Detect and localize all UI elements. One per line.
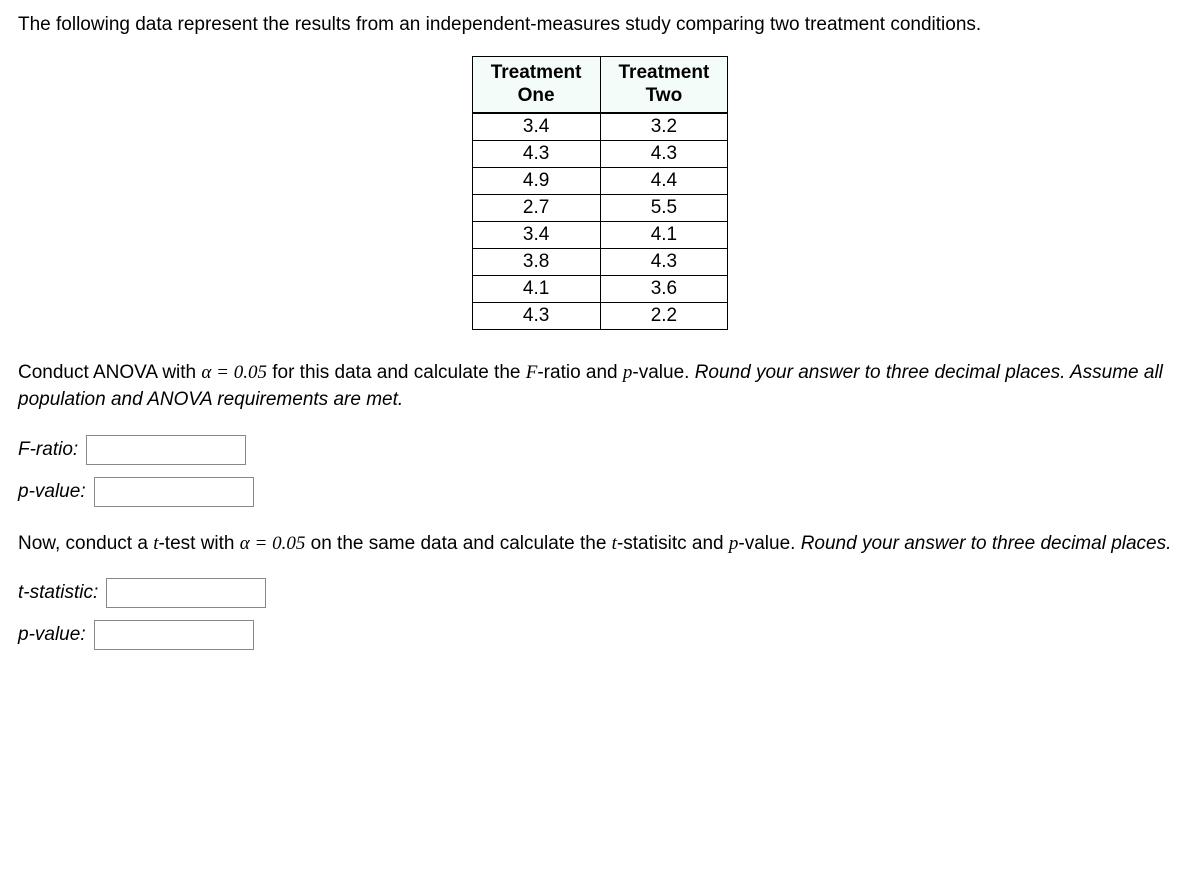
- text: -value.: [632, 362, 694, 383]
- alpha-expression: α = 0.05: [201, 362, 267, 383]
- text: Conduct ANOVA with: [18, 362, 201, 383]
- table-row: 4.13.6: [472, 276, 728, 303]
- t-statistic-row: t-statistic:: [18, 578, 1182, 608]
- text: on the same data and calculate the: [305, 533, 611, 554]
- cell: 3.4: [472, 113, 600, 141]
- header-text: Treatment: [491, 62, 582, 83]
- cell: 3.2: [600, 113, 728, 141]
- f-ratio-row: F-ratio:: [18, 435, 1182, 465]
- cell: 3.8: [472, 249, 600, 276]
- cell: 5.5: [600, 195, 728, 222]
- cell: 2.2: [600, 303, 728, 330]
- t-statistic-input[interactable]: [106, 578, 266, 608]
- table-row: 4.32.2: [472, 303, 728, 330]
- table-row: 4.94.4: [472, 168, 728, 195]
- table-row: 4.34.3: [472, 141, 728, 168]
- f-ratio-label: F-ratio:: [18, 439, 78, 461]
- p-value-row: p-value:: [18, 477, 1182, 507]
- cell: 3.6: [600, 276, 728, 303]
- text: Now, conduct a: [18, 533, 153, 554]
- table-row: 3.43.2: [472, 113, 728, 141]
- text: -test with: [158, 533, 239, 554]
- table-row: 3.44.1: [472, 222, 728, 249]
- header-text: One: [518, 85, 555, 106]
- p-value-label: p-value:: [18, 481, 86, 503]
- cell: 4.4: [600, 168, 728, 195]
- p-value2-row: p-value:: [18, 620, 1182, 650]
- cell: 4.3: [472, 141, 600, 168]
- text: for this data and calculate the: [267, 362, 526, 383]
- anova-instruction: Conduct ANOVA with α = 0.05 for this dat…: [18, 360, 1182, 413]
- text: -value.: [738, 533, 800, 554]
- table-row: 3.84.3: [472, 249, 728, 276]
- intro-text: The following data represent the results…: [18, 12, 1182, 38]
- p-value-input[interactable]: [94, 477, 254, 507]
- cell: 4.3: [600, 141, 728, 168]
- f-ratio-input[interactable]: [86, 435, 246, 465]
- italic-instruction: Round your answer to three decimal place…: [801, 533, 1172, 554]
- alpha-expression: α = 0.05: [240, 533, 306, 554]
- cell: 4.1: [600, 222, 728, 249]
- col-header-treatment-two: Treatment Two: [600, 56, 728, 113]
- cell: 4.1: [472, 276, 600, 303]
- p-value2-label: p-value:: [18, 624, 86, 646]
- table-header-row: Treatment One Treatment Two: [472, 56, 728, 113]
- p-value2-input[interactable]: [94, 620, 254, 650]
- text: -ratio and: [537, 362, 623, 383]
- table-row: 2.75.5: [472, 195, 728, 222]
- f-var: F: [526, 362, 538, 383]
- t-statistic-label: t-statistic:: [18, 582, 98, 604]
- ttest-instruction: Now, conduct a t-test with α = 0.05 on t…: [18, 531, 1182, 558]
- data-table: Treatment One Treatment Two 3.43.2 4.34.…: [472, 56, 729, 331]
- p-var: p: [729, 533, 739, 554]
- header-text: Two: [646, 85, 683, 106]
- p-var: p: [623, 362, 633, 383]
- header-text: Treatment: [619, 62, 710, 83]
- cell: 4.3: [600, 249, 728, 276]
- cell: 4.3: [472, 303, 600, 330]
- text: -statisitc and: [617, 533, 729, 554]
- cell: 2.7: [472, 195, 600, 222]
- cell: 3.4: [472, 222, 600, 249]
- table-body: 3.43.2 4.34.3 4.94.4 2.75.5 3.44.1 3.84.…: [472, 113, 728, 330]
- col-header-treatment-one: Treatment One: [472, 56, 600, 113]
- cell: 4.9: [472, 168, 600, 195]
